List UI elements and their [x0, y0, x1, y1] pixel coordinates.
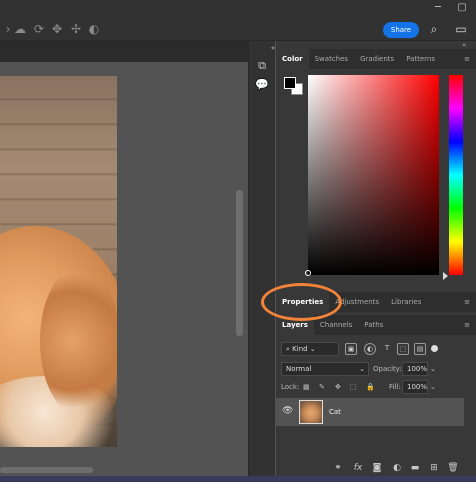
filter-kind-select[interactable]: ⌕ Kind ⌄ — [281, 342, 339, 356]
lock-all-icon[interactable]: 🔒 — [366, 381, 375, 393]
rotate-icon[interactable]: ⟳ — [31, 22, 47, 36]
lock-position-icon[interactable]: ✥ — [335, 381, 341, 393]
layout-icon[interactable]: ▭ — [453, 22, 469, 36]
lock-artboard-icon[interactable]: ⬚ — [350, 381, 357, 393]
color-picker-cursor[interactable] — [305, 270, 311, 276]
adjustment-icon[interactable]: ◐ — [391, 462, 403, 474]
lock-transparency-icon[interactable]: ▦ — [303, 381, 310, 393]
cat-image[interactable] — [0, 76, 117, 447]
title-bar: ─ ▢ — [0, 0, 476, 17]
panel-tool-strip: « ⧉ 💬 — [248, 41, 275, 476]
color-panel-tabs: Color Swatches Gradients Patterns ≡ — [276, 49, 476, 69]
color-picker-field[interactable] — [308, 75, 439, 275]
comment-icon[interactable]: 💬 — [255, 78, 269, 92]
mask-icon[interactable]: ◙ — [371, 462, 383, 474]
tab-gradients[interactable]: Gradients — [354, 49, 400, 69]
layer-thumbnail[interactable] — [299, 400, 323, 424]
move-icon[interactable]: ✢ — [68, 22, 84, 36]
panel-menu-icon[interactable]: ≡ — [458, 292, 476, 312]
tab-swatches[interactable]: Swatches — [309, 49, 354, 69]
eye-icon[interactable]: 👁 — [282, 406, 293, 416]
filter-smart-object-icon[interactable]: ▤ — [414, 343, 426, 355]
filter-kind-label: Kind — [292, 345, 308, 353]
fill-field[interactable]: 100% — [402, 380, 428, 394]
minimize-icon[interactable]: ─ — [431, 2, 445, 14]
blend-mode-select[interactable]: Normal ⌄ — [281, 362, 369, 376]
tab-patterns[interactable]: Patterns — [400, 49, 441, 69]
share-button[interactable]: Share — [383, 22, 419, 38]
folder-icon[interactable]: ▬ — [409, 462, 421, 474]
maximize-icon[interactable]: ▢ — [455, 2, 469, 14]
lock-label: Lock: — [281, 383, 300, 391]
history-icon[interactable]: ⧉ — [255, 59, 269, 73]
filter-toggle-icon[interactable] — [431, 345, 438, 352]
cloud-icon[interactable]: ☁ — [12, 22, 28, 36]
document-tab-strip — [0, 41, 248, 62]
lock-image-icon[interactable]: ✎ — [319, 381, 325, 393]
collapse-panels-icon[interactable]: « — [462, 41, 466, 49]
search-icon[interactable]: ⌕ — [426, 22, 442, 36]
highlight-ring — [261, 283, 342, 321]
tab-color[interactable]: Color — [276, 49, 309, 69]
options-bar: › ☁ ⟳ ✥ ✢ ◐ Share ⌕ ▭ — [0, 17, 476, 41]
status-bar — [0, 476, 476, 482]
filter-type-icon[interactable]: T — [381, 343, 393, 355]
opacity-dropdown-icon[interactable]: ⌄ — [430, 363, 436, 375]
fx-icon[interactable]: fx — [352, 462, 364, 474]
fill-label: Fill: — [389, 383, 401, 391]
pan-icon[interactable]: ✥ — [49, 22, 65, 36]
opacity-field[interactable]: 100% — [402, 362, 428, 376]
opacity-label: Opacity: — [373, 365, 402, 373]
tab-paths[interactable]: Paths — [358, 315, 389, 335]
photoshop-window: ─ ▢ › ☁ ⟳ ✥ ✢ ◐ Share ⌕ ▭ « ⧉ 💬 « Color … — [0, 0, 476, 482]
trash-icon[interactable]: 🗑 — [447, 462, 459, 474]
video-icon[interactable]: ◐ — [86, 22, 102, 36]
link-icon[interactable]: ⚭ — [332, 462, 344, 474]
foreground-color-swatch[interactable] — [284, 77, 296, 89]
horizontal-scrollbar[interactable] — [0, 467, 93, 473]
layer-name[interactable]: Cat — [329, 406, 341, 418]
panel-menu-icon[interactable]: ≡ — [458, 49, 476, 69]
hue-slider-handle[interactable] — [443, 272, 448, 280]
fill-dropdown-icon[interactable]: ⌄ — [430, 381, 436, 393]
filter-adjustment-icon[interactable]: ◐ — [364, 343, 376, 355]
hue-slider[interactable] — [449, 75, 463, 275]
filter-pixel-icon[interactable]: ▣ — [345, 343, 357, 355]
panel-menu-icon[interactable]: ≡ — [458, 315, 476, 335]
blend-mode-label: Normal — [286, 365, 312, 373]
vertical-scrollbar[interactable] — [236, 190, 243, 336]
filter-shape-icon[interactable]: ⬚ — [397, 343, 409, 355]
new-layer-icon[interactable]: ⊞ — [428, 462, 440, 474]
tab-libraries[interactable]: Libraries — [385, 292, 427, 312]
